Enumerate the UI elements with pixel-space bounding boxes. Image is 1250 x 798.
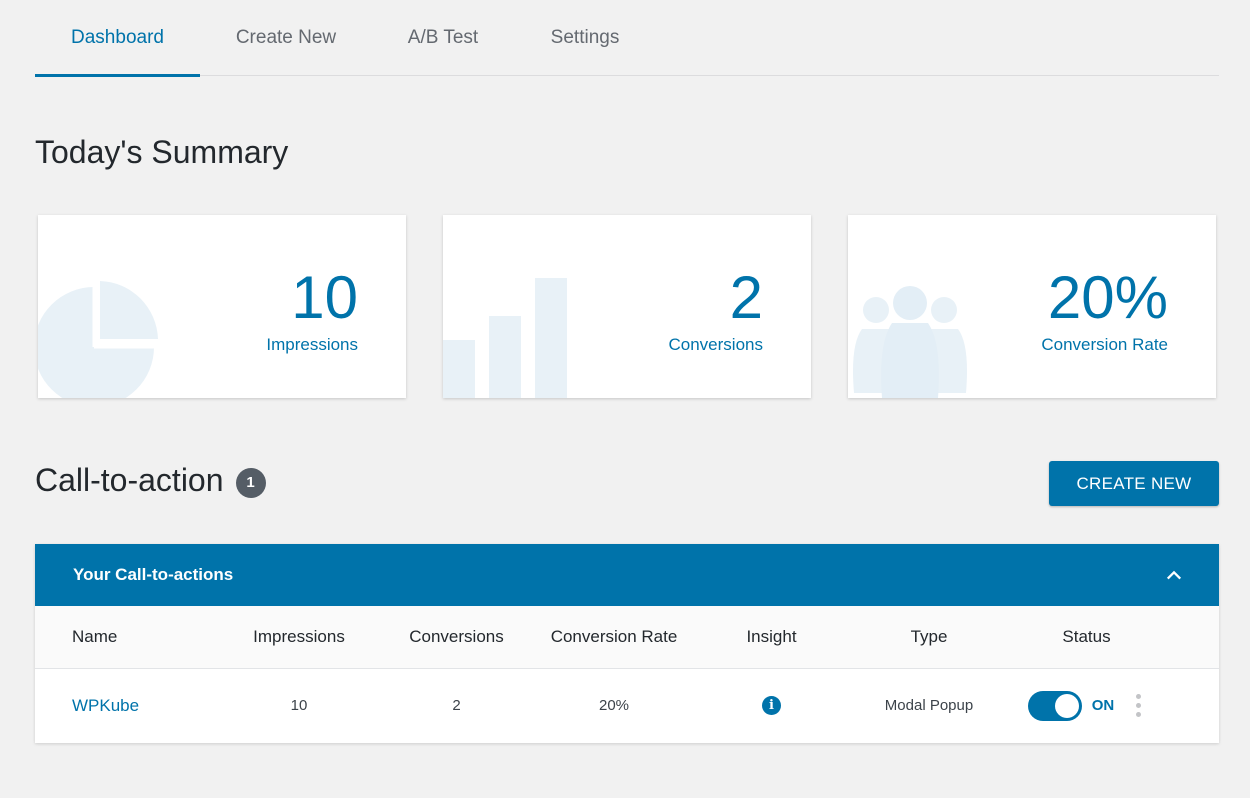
column-insight: Insight (746, 627, 797, 646)
conversions-label: Conversions (668, 335, 764, 354)
tab-settings[interactable]: Settings (534, 0, 636, 76)
column-name: Name (72, 627, 118, 646)
column-type: Type (910, 627, 948, 646)
cell-impressions: 10 (290, 697, 308, 714)
impressions-card: 10 Impressions (38, 215, 406, 398)
summary-title: Today's Summary (35, 134, 289, 170)
column-impressions: Impressions (253, 627, 345, 646)
conversion-rate-card: 20% Conversion Rate (848, 215, 1216, 398)
cell-type: Modal Popup (884, 697, 974, 714)
cell-status: ON (999, 690, 1174, 721)
tab-dashboard[interactable]: Dashboard (35, 0, 200, 77)
cta-panel: Your Call-to-actions Name Impressions Co… (35, 544, 1219, 743)
impressions-value: 10 (291, 264, 358, 331)
conversions-value: 2 (729, 264, 763, 331)
tab-ab-test[interactable]: A/B Test (392, 0, 494, 76)
impressions-label: Impressions (266, 335, 358, 354)
tab-create-new[interactable]: Create New (220, 0, 352, 76)
info-icon[interactable]: i (762, 696, 781, 715)
panel-header[interactable]: Your Call-to-actions (35, 544, 1219, 606)
tab-bar: Dashboard Create New A/B Test Settings (35, 0, 1219, 77)
toggle-knob (1054, 693, 1079, 718)
status-toggle[interactable] (1027, 690, 1082, 721)
create-new-button[interactable]: CREATE NEW (1049, 461, 1219, 506)
cta-title-text: Call-to-action (35, 462, 224, 498)
more-options-icon[interactable] (1132, 692, 1145, 719)
conversion-rate-value: 20% (1047, 264, 1168, 331)
chevron-up-icon[interactable] (1166, 567, 1182, 583)
status-label: ON (1091, 697, 1115, 714)
conversions-card: 2 Conversions (443, 215, 811, 398)
table-row: WPKube 10 2 20% i Modal Popup ON (35, 669, 1219, 742)
cta-name-link[interactable]: WPKube (72, 696, 139, 715)
cell-name: WPKube (35, 696, 229, 716)
cell-conversions: 2 (452, 697, 461, 714)
cta-section-title: Call-to-action 1 (35, 462, 266, 499)
panel-title: Your Call-to-actions (73, 565, 234, 584)
column-conversions: Conversions (409, 627, 504, 646)
cta-count-badge: 1 (235, 467, 266, 498)
cell-conversion-rate: 20% (598, 697, 630, 714)
table-header: Name Impressions Conversions Conversion … (35, 606, 1219, 669)
column-status: Status (1062, 627, 1111, 646)
conversion-rate-label: Conversion Rate (1041, 335, 1168, 354)
column-conversion-rate: Conversion Rate (550, 627, 678, 646)
cell-insight: i (684, 696, 859, 715)
